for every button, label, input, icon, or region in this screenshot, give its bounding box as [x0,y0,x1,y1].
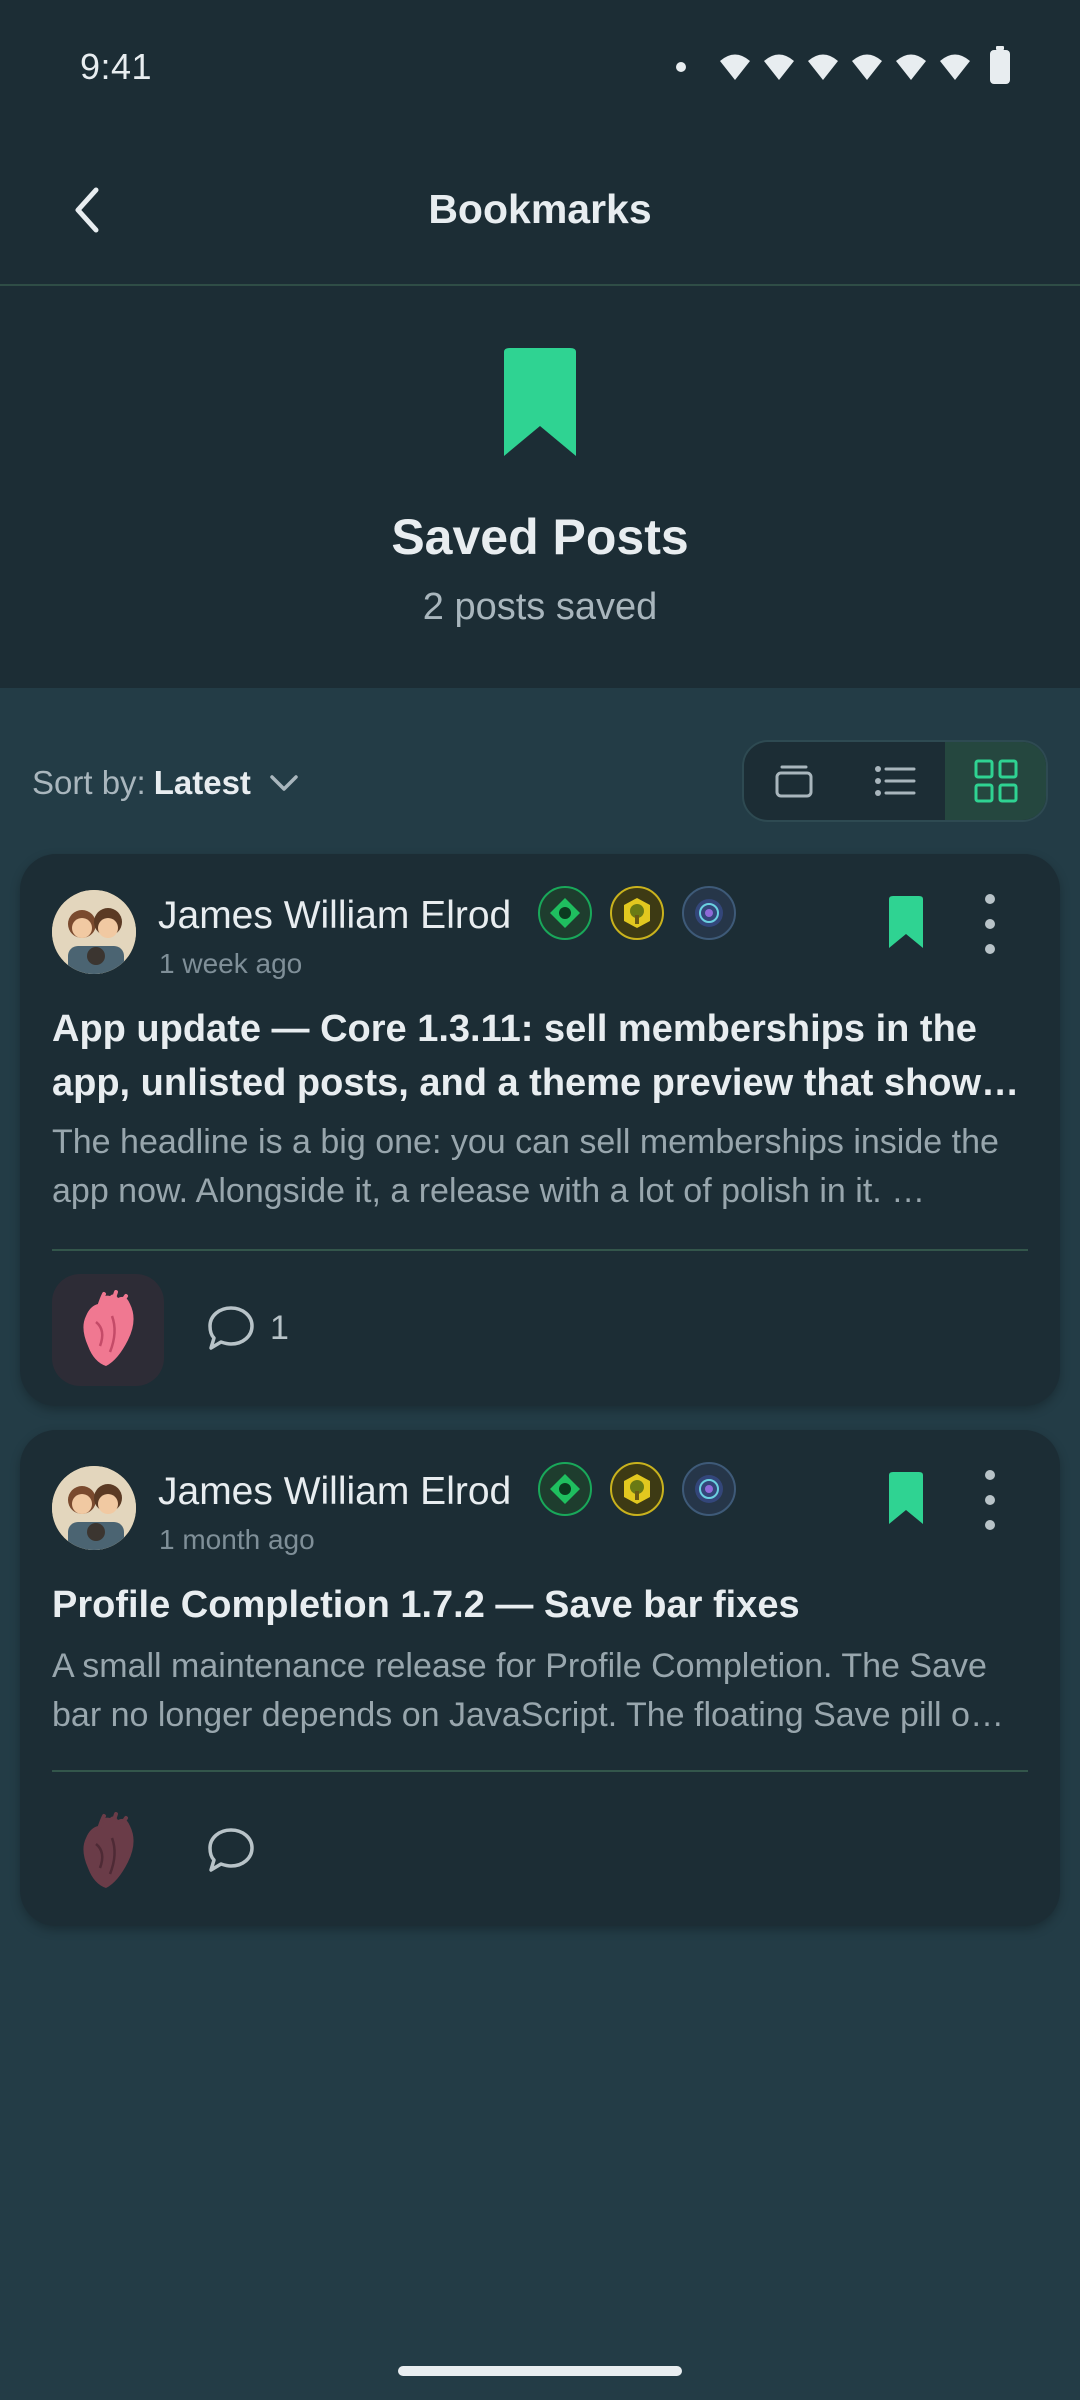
notification-dot-icon [676,62,686,72]
author-name[interactable]: James William Elrod [158,894,511,938]
author-badges [538,886,736,940]
like-button[interactable] [52,1796,164,1908]
avatar[interactable] [52,1466,136,1550]
view-mode-toggle [742,740,1048,822]
stack-icon [775,765,813,798]
like-button[interactable] [52,1274,164,1386]
badge-tree-icon [610,1462,664,1516]
hero-title: Saved Posts [391,509,689,565]
badge-signal-icon [682,1462,736,1516]
wifi-icon [764,54,794,80]
wifi-icon [852,54,882,80]
badge-tree-icon [610,886,664,940]
comment-icon [208,1306,254,1350]
bookmark-icon[interactable] [886,896,926,950]
avatar[interactable] [52,890,136,974]
badge-signal-icon [682,886,736,940]
post-excerpt[interactable]: The headline is a big one: you can sell … [52,1118,1030,1216]
app-bar: Bookmarks [0,136,1080,286]
divider [52,1770,1028,1772]
author-name[interactable]: James William Elrod [158,1470,511,1514]
page-title: Bookmarks [428,186,652,232]
wifi-icon [808,54,838,80]
post-timestamp: 1 week ago [159,948,303,979]
view-list-button[interactable] [845,742,946,820]
post-title[interactable]: Profile Completion 1.7.2 — Save bar fixe… [52,1578,1030,1632]
sort-label: Sort by: [32,764,146,801]
post-timestamp: 1 month ago [159,1524,315,1555]
home-indicator[interactable] [398,2366,682,2376]
status-time: 9:41 [80,46,153,87]
comment-icon [208,1828,254,1872]
post-card[interactable]: James William Elrod 1 week ago App updat… [20,854,1060,1406]
more-options-icon[interactable] [978,1470,1002,1530]
badge-green-icon [538,886,592,940]
grid-icon [974,759,1018,803]
post-excerpt[interactable]: A small maintenance release for Profile … [52,1642,1030,1740]
wifi-icon [940,54,970,80]
heart-icon [83,1812,134,1888]
post-card[interactable]: James William Elrod 1 month ago Profile … [20,1430,1060,1926]
more-options-icon[interactable] [978,894,1002,954]
saved-count: 2 posts saved [422,586,658,628]
status-bar: 9:41 [0,0,1080,136]
divider [52,1249,1028,1251]
author-badges [538,1462,736,1516]
view-cards-button[interactable] [744,742,845,820]
saved-posts-header: Saved Posts 2 posts saved [0,286,1080,688]
bookmark-icon[interactable] [886,1472,926,1526]
comment-count: 1 [270,1308,289,1347]
list-icon [875,766,916,796]
view-grid-button[interactable] [945,742,1046,820]
sort-value: Latest [153,764,251,801]
comment-button[interactable]: 1 [206,1304,289,1352]
battery-icon [990,46,1010,84]
status-icons [676,46,1010,84]
sort-dropdown[interactable]: Sort by: Latest [32,760,299,806]
wifi-icon [896,54,926,80]
comment-button[interactable] [206,1826,270,1874]
wifi-icon [720,54,750,80]
post-title[interactable]: App update — Core 1.3.11: sell membershi… [52,1002,1030,1110]
chevron-down-icon [270,775,298,791]
bookmark-icon [504,348,576,456]
badge-green-icon [538,1462,592,1516]
heart-icon [83,1290,134,1366]
